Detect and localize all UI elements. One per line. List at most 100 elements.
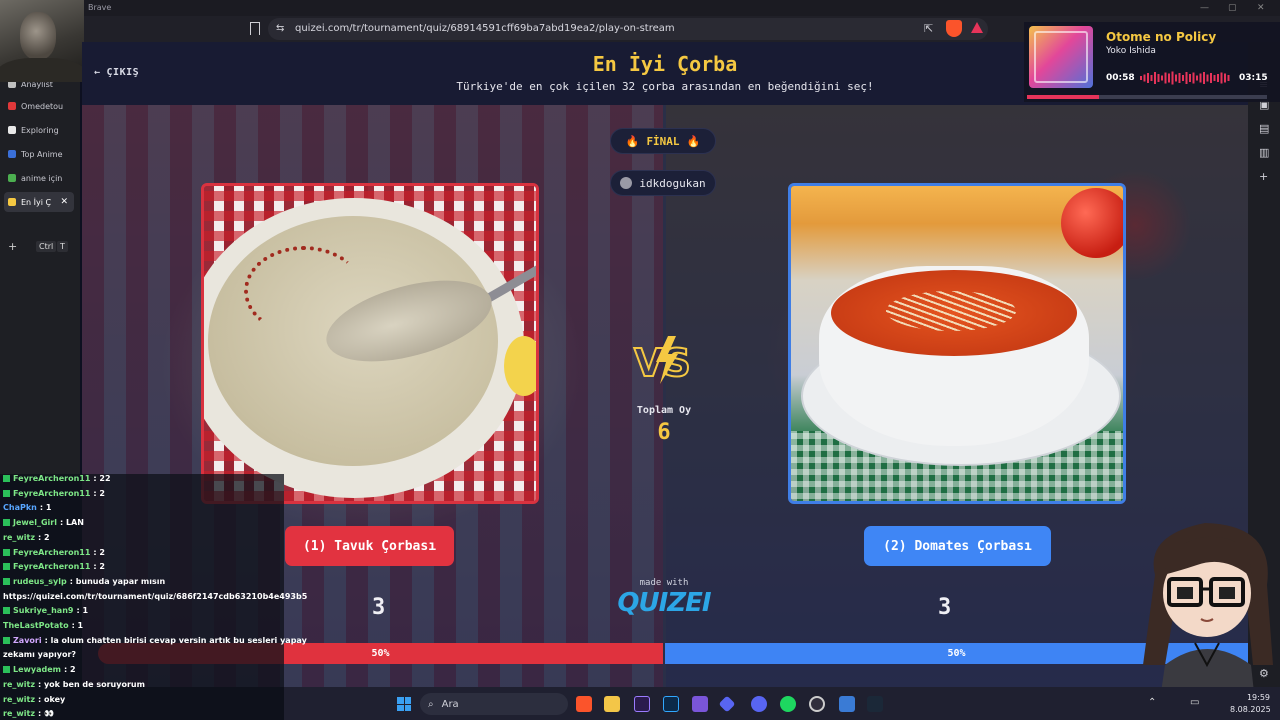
tab-favicon-icon xyxy=(8,174,16,182)
bookmarks-icon[interactable]: ▤ xyxy=(1259,122,1269,135)
chat-username: ChaPkn xyxy=(3,503,37,513)
tray-chevron-icon[interactable]: ⌃ xyxy=(1148,697,1156,708)
chat-message: https://quizei.com/tr/tournament/quiz/68… xyxy=(3,592,307,601)
waveform-bar xyxy=(1140,76,1142,80)
app-icon[interactable] xyxy=(839,696,855,712)
tab-item-active[interactable]: En İyi Ç ✕ xyxy=(4,192,74,212)
option-2-button[interactable]: (2) Domates Çorbası xyxy=(864,526,1051,566)
chat-username: FeyreArcheron11 xyxy=(13,474,91,483)
chat-message: FeyreArcheron11: 2 xyxy=(3,548,105,557)
webcam-shoulder xyxy=(0,58,84,82)
chat-badge-icon xyxy=(3,519,10,527)
total-time: 03:15 xyxy=(1239,73,1268,83)
bookmark-icon[interactable] xyxy=(250,22,260,35)
chat-message: FeyreArcheron11: 2 xyxy=(3,562,105,571)
chat-username: Jewel_Girl xyxy=(13,518,57,528)
new-tab-icon[interactable]: + xyxy=(8,240,17,253)
chat-message: Lewyadem: 2 xyxy=(3,665,76,674)
domates-corbasi-image xyxy=(791,186,1123,501)
discord-icon[interactable] xyxy=(751,696,767,712)
waveform-bar xyxy=(1192,72,1195,84)
add-panel-icon[interactable]: + xyxy=(1259,170,1268,183)
share-icon[interactable]: ⇱ xyxy=(924,22,933,35)
tab-item[interactable]: Exploring xyxy=(4,120,74,140)
tab-favicon-icon xyxy=(8,126,16,134)
chat-message: FeyreArcheron11: 22 xyxy=(3,474,111,483)
tab-favicon-icon xyxy=(8,198,16,206)
chat-text: zekamı yapıyor? xyxy=(3,650,77,660)
clock-date: 8.08.2025 xyxy=(1230,705,1271,714)
desktop-screen: Brave — ▢ ✕ ⇆ quizei.com/tr/tournament/q… xyxy=(0,0,1280,720)
chat-username: FeyreArcheron11 xyxy=(13,562,91,572)
close-tab-icon[interactable]: ✕ xyxy=(60,197,68,207)
chat-username: TheLastPotato xyxy=(3,621,69,630)
waveform-bar xyxy=(1147,73,1149,83)
song-progress-bar xyxy=(1027,95,1267,99)
photoshop-icon[interactable] xyxy=(663,696,679,712)
search-icon: ⌕ xyxy=(428,698,434,710)
spotify-icon[interactable] xyxy=(780,696,796,712)
premiere-icon[interactable] xyxy=(634,696,650,712)
waveform-bar xyxy=(1227,75,1230,81)
waveform-bar xyxy=(1224,73,1226,83)
site-info-icon[interactable]: ⇆ xyxy=(276,23,284,34)
chat-message: TheLastPotato: 1 xyxy=(3,621,83,630)
waveform-bar xyxy=(1154,72,1156,84)
taskbar-clock[interactable]: 19:59 8.08.2025 xyxy=(1230,692,1271,716)
tab-label: Exploring xyxy=(21,125,59,135)
brave-shields-icon[interactable] xyxy=(946,20,962,37)
round-label: FİNAL xyxy=(646,134,680,148)
chat-message: Jewel_Girl: LAN xyxy=(3,518,84,527)
chat-text: okey xyxy=(43,694,66,704)
webcam-person xyxy=(20,12,56,60)
option-card-2[interactable] xyxy=(788,183,1126,504)
chat-text: la olum chatten birisi cevap versin artı… xyxy=(50,635,307,645)
avatar xyxy=(620,177,633,189)
windows-start-icon[interactable] xyxy=(397,697,411,711)
tab-label: Top Anime xyxy=(21,149,63,159)
brave-rewards-icon[interactable] xyxy=(971,22,983,33)
fire-icon: 🔥 xyxy=(625,134,640,148)
tab-item[interactable]: Omedetou xyxy=(4,96,74,116)
tab-label: En İyi Ç xyxy=(21,197,52,207)
waveform-bar xyxy=(1189,74,1191,82)
chat-text: bunuda yapar mısın xyxy=(75,576,166,586)
close-window-icon[interactable]: ✕ xyxy=(1257,3,1265,13)
chat-message: ChaPkn: 1 xyxy=(3,503,51,512)
waveform-bar xyxy=(1182,75,1184,81)
host-badge: idkdogukan xyxy=(610,170,716,196)
lemon xyxy=(504,336,536,396)
tab-label: Omedetou xyxy=(21,101,64,111)
chat-text: 2 xyxy=(43,532,50,542)
reading-list-icon[interactable]: ▥ xyxy=(1259,146,1269,159)
shortcut-key: T xyxy=(57,241,68,252)
file-explorer-icon[interactable] xyxy=(604,696,620,712)
waveform-bar xyxy=(1168,73,1170,83)
taskbar-search[interactable]: ⌕ Ara xyxy=(420,693,568,715)
tab-item[interactable]: Top Anime xyxy=(4,144,74,164)
chat-text: 2 xyxy=(70,665,76,675)
chat-message: Sukriye_han9: 1 xyxy=(3,606,88,615)
app-icon[interactable] xyxy=(692,696,708,712)
url-text[interactable]: quizei.com/tr/tournament/quiz/68914591cf… xyxy=(295,23,675,34)
steam-icon[interactable] xyxy=(867,696,883,712)
brave-taskbar-icon[interactable] xyxy=(576,696,592,712)
current-time: 00:58 xyxy=(1106,73,1135,83)
chat-text: yok ben de soruyorum xyxy=(43,679,145,689)
obs-icon[interactable] xyxy=(809,696,825,712)
chat-username: re_witz xyxy=(3,709,35,719)
minimize-icon[interactable]: — xyxy=(1200,3,1209,13)
chat-text: 1 xyxy=(82,606,89,616)
option-2-percent: 50% xyxy=(947,648,966,659)
option-card-1[interactable] xyxy=(201,183,539,504)
chat-message: re_witz: 👀 xyxy=(3,709,54,718)
tab-item[interactable]: anime için xyxy=(4,168,74,188)
maximize-icon[interactable]: ▢ xyxy=(1228,3,1237,13)
option-1-button[interactable]: (1) Tavuk Çorbası xyxy=(285,526,454,566)
album-cover xyxy=(1029,26,1093,88)
tray-network-icon[interactable]: ▭ xyxy=(1190,697,1199,708)
clock-time: 19:59 xyxy=(1246,693,1270,702)
waveform-bar xyxy=(1150,75,1153,81)
webcam-overlay xyxy=(0,0,84,82)
quizei-logo[interactable]: QUIZEI xyxy=(613,588,715,618)
